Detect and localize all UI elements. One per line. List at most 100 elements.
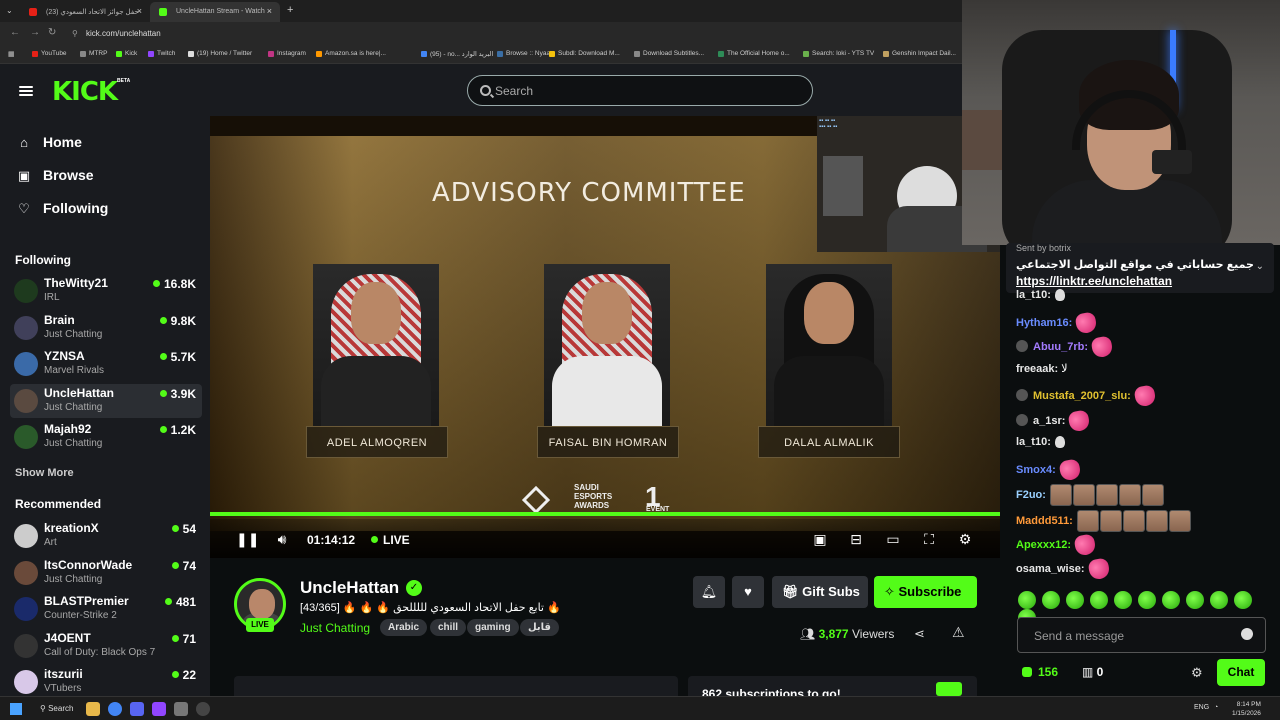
bookmark[interactable]: Kick (116, 50, 137, 57)
new-tab-icon[interactable]: + (287, 4, 293, 16)
wifi-icon[interactable]: ◔ (1214, 704, 1218, 711)
follow-heart-icon[interactable]: ♥ (732, 576, 764, 608)
store-count[interactable]: ▥ 0 (1082, 665, 1103, 679)
bookmark[interactable]: Browse :: Nyaa (497, 50, 550, 57)
chat-message[interactable]: Hytham16: (1016, 311, 1098, 335)
channel-points[interactable]: 156 (1022, 665, 1058, 679)
gift-subs-button[interactable]: 🎁︎ Gift Subs (772, 576, 868, 608)
bookmark[interactable]: Genshin Impact Dail... (883, 50, 956, 57)
reload-icon[interactable]: ↻ (48, 27, 56, 38)
emote-icon[interactable] (1186, 591, 1204, 609)
chat-username[interactable]: Apexxx12: (1016, 539, 1071, 551)
show-more-button[interactable]: Show More (15, 467, 74, 479)
nav-browse[interactable]: ▣ Browse (16, 167, 94, 184)
chevron-down-icon[interactable]: ⌄ (1256, 261, 1264, 272)
clock[interactable]: 8:14 PM 1/15/2026 (1232, 700, 1261, 718)
chat-username[interactable]: Hytham16: (1016, 317, 1072, 329)
url-field[interactable]: kick.com/unclehattan (86, 29, 161, 38)
stream-category[interactable]: Just Chatting (300, 621, 370, 635)
emote-icon[interactable] (1162, 591, 1180, 609)
site-info-icon[interactable]: ⚲ (72, 29, 78, 38)
chat-message[interactable]: F2uo: (1016, 484, 1165, 506)
share-icon[interactable]: ⋖ (914, 626, 925, 642)
sidebar-channel[interactable]: ItsConnorWade Just Chatting 74 (10, 556, 202, 590)
chat-username[interactable]: a_1sr: (1033, 415, 1065, 427)
sidebar-channel[interactable]: TheWitty21 IRL 16.8K (10, 274, 202, 308)
chat-username[interactable]: Mustafa_2007_slu: (1033, 390, 1131, 402)
chat-username[interactable]: osama_wise: (1016, 563, 1084, 575)
tab-unclehattan[interactable]: UncleHattan Stream - Watch × (150, 2, 280, 22)
pinned-message[interactable]: Sent by botrix جميع حساباتي في مواقع الت… (1006, 243, 1274, 293)
emote-icon[interactable] (1066, 591, 1084, 609)
sidebar-channel[interactable]: J4OENT Call of Duty: Black Ops 7 71 (10, 629, 202, 663)
tag[interactable]: chill (430, 619, 467, 636)
forward-icon[interactable]: → (30, 27, 40, 38)
theater-icon[interactable]: ⊟ (848, 531, 864, 547)
tag[interactable]: gaming (467, 619, 519, 636)
kick-logo[interactable]: KICK (52, 77, 118, 107)
bookmark[interactable]: (19) Home / Twitter (188, 50, 252, 57)
close-tab-icon[interactable]: × (137, 6, 142, 16)
obs-icon[interactable] (196, 702, 210, 716)
chat-message[interactable]: osama_wise: (1016, 557, 1111, 581)
bookmark[interactable]: Instagram (268, 50, 306, 57)
bookmark[interactable]: MTRP (80, 50, 107, 57)
chat-send-button[interactable]: Chat (1217, 659, 1265, 686)
chat-message[interactable]: la_t10: (1016, 436, 1065, 449)
tag[interactable]: قابل (520, 619, 559, 636)
streamer-name[interactable]: UncleHattan (300, 578, 399, 598)
chat-message[interactable]: Smox4: (1016, 458, 1082, 482)
chat-username[interactable]: Smox4: (1016, 464, 1056, 476)
chat-message[interactable]: freeaak: لا (1016, 362, 1068, 375)
pause-icon[interactable]: ❚❚ (236, 531, 259, 547)
chat-username[interactable]: freeaak: (1016, 363, 1058, 375)
mini-player-icon[interactable]: ▣ (812, 531, 828, 547)
file-explorer-icon[interactable] (86, 702, 100, 716)
bookmark[interactable]: The Official Home o... (718, 50, 790, 57)
discord-icon[interactable] (130, 702, 144, 716)
chat-username[interactable]: Abuu_7rb: (1033, 341, 1088, 353)
sidebar-channel[interactable]: BLASTPremier Counter-Strike 2 481 (10, 592, 202, 626)
close-tab-icon[interactable]: × (267, 6, 272, 16)
report-icon[interactable]: ⚠ (952, 624, 965, 641)
tag[interactable]: Arabic (380, 619, 428, 636)
language-indicator[interactable]: ENG (1194, 704, 1209, 711)
chat-username[interactable]: F2uo: (1016, 489, 1046, 501)
video-player[interactable]: ADVISORY COMMITTEE ADEL ALMOQREN FAISAL … (210, 116, 1000, 558)
bookmark[interactable]: Search: loki - YTS TV (803, 50, 874, 57)
caption-icon[interactable]: ▭ (885, 531, 901, 547)
chat-input[interactable]: Send a message (1017, 617, 1266, 653)
back-icon[interactable]: ← (10, 27, 20, 38)
chat-message[interactable]: Maddd511: (1016, 510, 1191, 532)
chat-message[interactable]: Abuu_7rb: (1016, 335, 1114, 359)
menu-icon[interactable] (19, 86, 33, 96)
notification-bell-icon[interactable]: 🔔︎ (693, 576, 725, 608)
emote-icon[interactable] (1210, 591, 1228, 609)
sidebar-channel[interactable]: Majah92 Just Chatting 1.2K (10, 420, 202, 454)
app-icon[interactable] (174, 702, 188, 716)
bookmark[interactable]: Subdl: Download M... (549, 50, 620, 57)
bookmark[interactable]: (95) - no... البريد الوارد (421, 50, 493, 58)
emote-icon[interactable] (1114, 591, 1132, 609)
nav-home[interactable]: ⌂ Home (16, 134, 82, 150)
chat-username[interactable]: la_t10: (1016, 436, 1051, 448)
emote-icon[interactable] (1042, 591, 1060, 609)
search-input[interactable]: Search (467, 75, 813, 106)
sidebar-channel[interactable]: UncleHattan Just Chatting 3.9K (10, 383, 202, 418)
sidebar-channel[interactable]: kreationX Art 54 (10, 519, 202, 553)
chat-username[interactable]: Maddd511: (1016, 515, 1073, 527)
chat-username[interactable]: la_t10: (1016, 289, 1051, 301)
emote-icon[interactable] (1234, 591, 1252, 609)
chat-message[interactable]: a_1sr: (1016, 409, 1092, 433)
emote-icon[interactable] (1138, 591, 1156, 609)
chat-message[interactable]: Apexxx12: (1016, 533, 1097, 557)
twitch-icon[interactable] (152, 702, 166, 716)
windows-start-icon[interactable] (10, 703, 22, 715)
emote-icon[interactable] (1018, 591, 1036, 609)
settings-icon[interactable]: ⚙ (957, 531, 973, 547)
volume-icon[interactable]: 🔊︎ (274, 531, 290, 547)
chat-message[interactable]: la_t10: (1016, 289, 1065, 302)
bookmark[interactable]: Amazon.sa is here|... (316, 50, 386, 57)
pinned-link[interactable]: https://linktr.ee/unclehattan (1016, 274, 1172, 288)
bookmark[interactable]: Twitch (148, 50, 175, 57)
